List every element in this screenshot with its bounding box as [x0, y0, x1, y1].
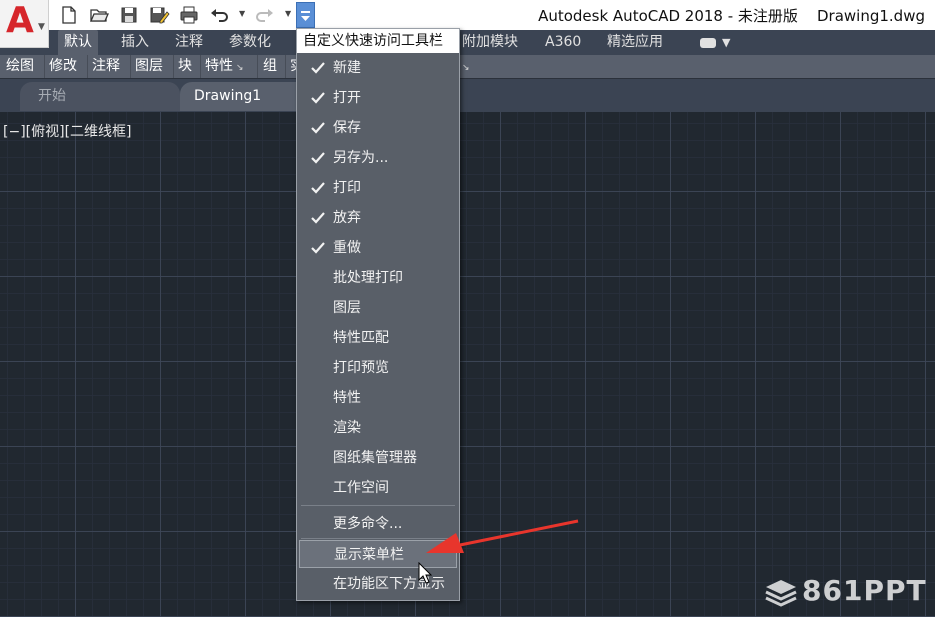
menu-item-plot-preview[interactable]: 打印预览 — [299, 354, 457, 382]
watermark-text: 861PPT — [802, 574, 927, 607]
application-menu-button[interactable]: A ▼ — [0, 0, 49, 48]
save-icon[interactable] — [118, 4, 140, 26]
chevron-down-icon: ▼ — [38, 22, 45, 32]
menu-item-batch-plot[interactable]: 批处理打印 — [299, 264, 457, 292]
customize-dropdown-icon[interactable] — [296, 2, 315, 28]
file-tab-bar: 开始 Drawing1 — [0, 79, 935, 112]
ribbon-tab-bar: 默认 插入 注释 参数化 附加模块 A360 精选应用 ▼ — [0, 30, 935, 55]
menu-item-workspace[interactable]: 工作空间 — [299, 474, 457, 502]
menu-item-layer[interactable]: 图层 — [299, 294, 457, 322]
menu-item-properties[interactable]: 特性 — [299, 384, 457, 412]
viewport-controls[interactable]: [−][俯视][二维线框] — [3, 121, 132, 141]
redo-dropdown-icon[interactable]: ▼ — [285, 10, 293, 18]
panel-modify[interactable]: 修改 — [47, 55, 88, 78]
chevron-down-icon: ▼ — [722, 36, 731, 49]
undo-dropdown-icon[interactable]: ▼ — [239, 10, 247, 18]
menu-item-sheet-set-manager[interactable]: 图纸集管理器 — [299, 444, 457, 472]
panel-expander-icon[interactable]: ↘ — [460, 55, 474, 78]
plot-icon[interactable] — [178, 4, 200, 26]
autocad-logo: A — [6, 0, 34, 41]
redo-icon — [254, 4, 276, 26]
check-icon — [311, 204, 327, 232]
panel-group[interactable]: 组 — [261, 55, 286, 78]
check-icon — [311, 234, 327, 262]
panel-annotation[interactable]: 注释 — [90, 55, 131, 78]
menu-separator — [301, 505, 455, 506]
check-icon — [311, 114, 327, 142]
tab-addins[interactable]: 附加模块 — [456, 30, 524, 55]
undo-icon[interactable] — [208, 4, 230, 26]
menu-item-redo[interactable]: 重做 — [299, 234, 457, 262]
menu-title: 自定义快速访问工具栏 — [297, 29, 459, 53]
menu-item-render[interactable]: 渲染 — [299, 414, 457, 442]
window-title: Autodesk AutoCAD 2018 - 未注册版 Drawing1.dw… — [538, 7, 925, 25]
ribbon-panel-bar: 绘图 修改 注释 图层 块 特性 ↘ 组 实 ↘ — [0, 55, 935, 79]
title-bar: Autodesk AutoCAD 2018 - 未注册版 Drawing1.dw… — [0, 0, 935, 30]
panel-draw[interactable]: 绘图 — [4, 55, 45, 78]
tab-annotate[interactable]: 注释 — [169, 30, 209, 55]
annotation-arrow — [426, 519, 579, 553]
panel-block[interactable]: 块 — [176, 55, 201, 78]
panel-layers[interactable]: 图层 — [133, 55, 174, 78]
check-icon — [311, 84, 327, 112]
menu-item-undo[interactable]: 放弃 — [299, 204, 457, 232]
tab-featured-apps[interactable]: 精选应用 — [601, 30, 669, 55]
mouse-pointer-icon — [418, 562, 433, 584]
check-icon — [311, 54, 327, 82]
tab-a360[interactable]: A360 — [539, 30, 587, 55]
stack-icon — [765, 580, 797, 607]
tab-insert[interactable]: 插入 — [115, 30, 155, 55]
tab-parametric[interactable]: 参数化 — [223, 30, 277, 55]
menu-item-save-as[interactable]: 另存为... — [299, 144, 457, 172]
menu-item-open[interactable]: 打开 — [299, 84, 457, 112]
menu-item-match-properties[interactable]: 特性匹配 — [299, 324, 457, 352]
new-icon[interactable] — [58, 4, 80, 26]
check-icon — [311, 144, 327, 172]
panel-properties[interactable]: 特性 ↘ — [203, 55, 258, 78]
open-icon[interactable] — [88, 4, 110, 26]
panel-expander-icon[interactable]: ↘ — [236, 63, 244, 73]
ribbon-minimize-toggle[interactable]: ▼ — [700, 30, 730, 55]
ribbon-state-icon — [700, 38, 716, 48]
file-tab-start[interactable]: 开始 — [20, 82, 180, 111]
menu-item-save[interactable]: 保存 — [299, 114, 457, 142]
menu-item-new[interactable]: 新建 — [299, 54, 457, 82]
tab-default[interactable]: 默认 — [58, 30, 98, 55]
check-icon — [311, 174, 327, 202]
menu-item-plot[interactable]: 打印 — [299, 174, 457, 202]
save-as-icon[interactable] — [148, 4, 170, 26]
